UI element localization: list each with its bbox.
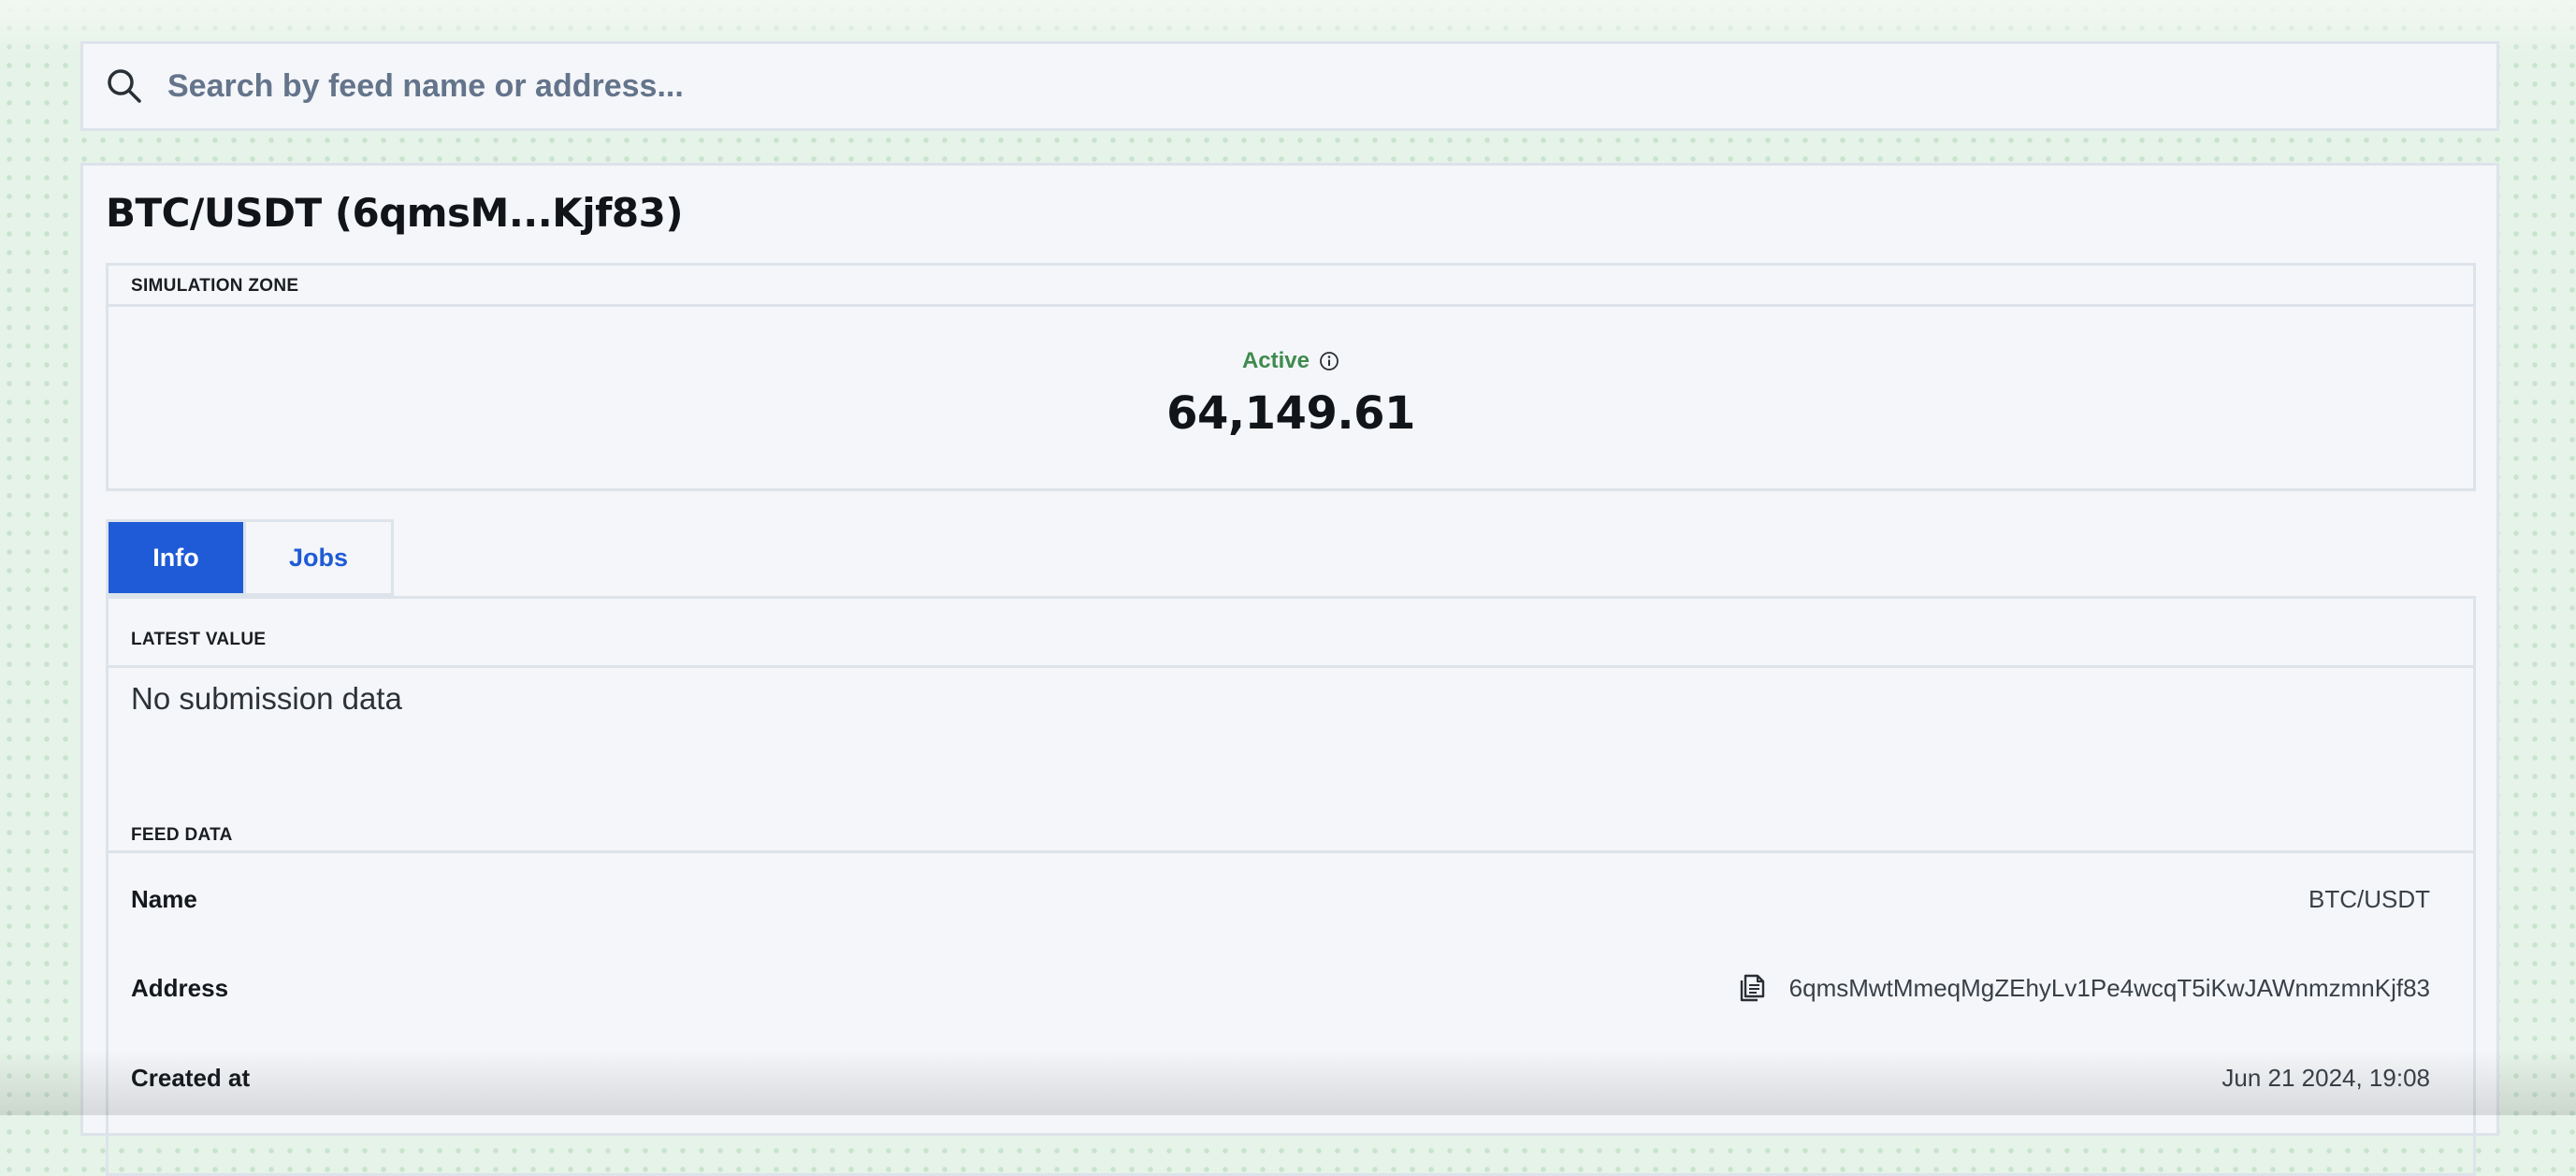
row-value-address: 6qmsMwtMmeqMgZEhyLv1Pe4wcqT5iKwJAWnmzmnK…: [1788, 973, 2430, 1002]
row-label-name: Name: [131, 884, 197, 913]
feed-data-row-address: Address 6qmsMwtMmeqMgZEhyLv1Pe4wcqT5iKwJ…: [131, 965, 2430, 1011]
row-value-created: Jun 21 2024, 19:08: [2221, 1063, 2430, 1092]
row-label-created: Created at: [131, 1063, 251, 1092]
row-label-address: Address: [131, 973, 229, 1002]
row-value-address-wrap: 6qmsMwtMmeqMgZEhyLv1Pe4wcqT5iKwJAWnmzmnK…: [1737, 972, 2430, 1004]
status-text: Active: [1241, 348, 1310, 373]
simulation-zone: SIMULATION ZONE Active 64,149.61: [106, 263, 2476, 491]
search-bar[interactable]: [80, 41, 2499, 131]
simulation-value: 64,149.61: [1166, 387, 1415, 440]
latest-value-text: No submission data: [131, 681, 402, 716]
info-icon[interactable]: [1319, 351, 1339, 371]
tab-info[interactable]: Info: [106, 519, 246, 596]
row-value-name: BTC/USDT: [2308, 884, 2430, 913]
feed-data-label: FEED DATA: [109, 818, 2473, 853]
feed-title: BTC/USDT (6qmsM...Kjf83): [106, 190, 684, 236]
simulation-zone-label: SIMULATION ZONE: [109, 266, 2473, 307]
tab-jobs[interactable]: Jobs: [246, 519, 394, 596]
tab-bar: Info Jobs: [106, 519, 394, 596]
search-icon: [104, 65, 145, 107]
simulation-body: Active 64,149.61: [109, 307, 2473, 440]
copy-icon[interactable]: [1737, 972, 1769, 1004]
status-row: Active: [1242, 348, 1339, 374]
info-content: LATEST VALUE No submission data FEED DAT…: [106, 596, 2476, 1176]
feed-panel: BTC/USDT (6qmsM...Kjf83) SIMULATION ZONE…: [80, 163, 2499, 1176]
latest-value-label: LATEST VALUE: [109, 599, 2473, 668]
search-input[interactable]: [166, 57, 2496, 115]
feed-data-row-name: Name BTC/USDT: [131, 876, 2430, 922]
feed-data-row-created: Created at Jun 21 2024, 19:08: [131, 1054, 2430, 1101]
